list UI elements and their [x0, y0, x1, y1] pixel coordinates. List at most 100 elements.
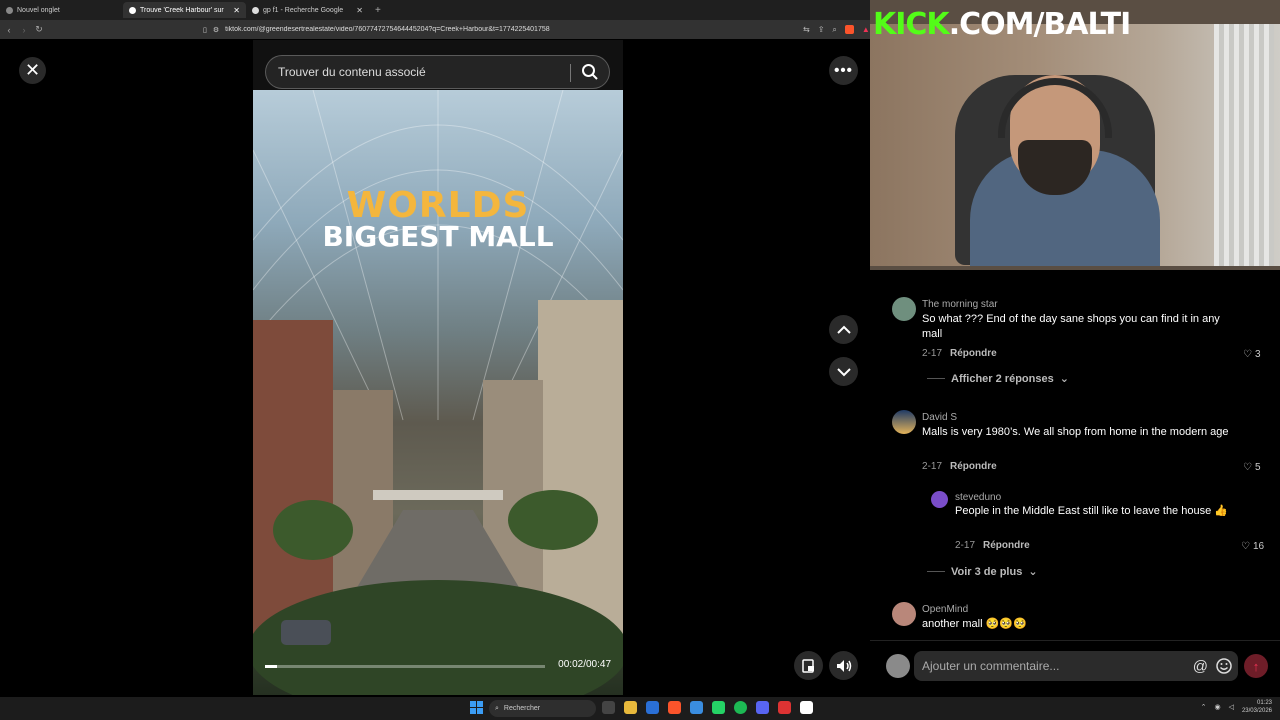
- like-button[interactable]: ♡ 5: [1243, 462, 1261, 473]
- avatar[interactable]: [892, 602, 916, 626]
- tab-label: gp f1 - Recherche Google: [263, 6, 344, 14]
- site-info-icon[interactable]: ⚙: [213, 26, 219, 34]
- chevron-down-icon: ⌄: [1059, 373, 1069, 385]
- clock-date: 23/03/2026: [1241, 708, 1272, 714]
- brave-icon[interactable]: [668, 701, 681, 714]
- chevron-up-icon: [836, 325, 851, 334]
- comment-author[interactable]: steveduno: [955, 492, 1001, 503]
- like-button[interactable]: ♡ 3: [1243, 349, 1261, 360]
- chevron-down-icon: [836, 367, 851, 376]
- related-search-input[interactable]: Trouver du contenu associé: [265, 55, 610, 89]
- reply-button[interactable]: Répondre: [983, 540, 1030, 551]
- url-field[interactable]: ▯ ⚙ tiktok.com/@greendesertrealestate/vi…: [195, 22, 795, 37]
- new-tab-button[interactable]: +: [369, 5, 387, 16]
- windows-taskbar: ⌕ Rechercher ⌃ ◉ ◁ 01:23 23/03/2026: [0, 697, 1280, 720]
- comments-panel: The morning star So what ??? End of the …: [870, 285, 1280, 638]
- close-icon: ✕: [24, 60, 41, 80]
- avatar[interactable]: [892, 297, 916, 321]
- heart-icon: ♡: [1243, 349, 1252, 360]
- video-frame: [253, 89, 623, 695]
- reply-button[interactable]: Répondre: [950, 461, 997, 472]
- network-icon[interactable]: ◉: [1214, 703, 1220, 711]
- webcam-curtain: [1214, 24, 1274, 266]
- divider: [570, 64, 571, 82]
- emoji-icon[interactable]: [1216, 658, 1232, 674]
- close-tab-icon[interactable]: ✕: [233, 6, 240, 15]
- chevron-down-icon: ⌄: [1028, 566, 1038, 578]
- close-player-button[interactable]: ✕: [19, 57, 46, 84]
- chevron-up-icon[interactable]: ⌃: [1201, 703, 1207, 711]
- app-icon[interactable]: [690, 701, 703, 714]
- comment-author[interactable]: David S: [922, 412, 957, 423]
- comment-text: Malls is very 1980’s. We all shop from h…: [922, 426, 1229, 438]
- share-icon[interactable]: ⇪: [818, 25, 825, 35]
- start-button-icon[interactable]: [470, 701, 483, 714]
- comment-input[interactable]: Ajouter un commentaire... @: [914, 651, 1238, 681]
- comment-date: 2-17: [955, 540, 976, 551]
- discord-icon[interactable]: [756, 701, 769, 714]
- clock-time: 01:23: [1256, 700, 1272, 706]
- forward-icon[interactable]: ›: [18, 25, 30, 35]
- divider: [927, 378, 945, 379]
- reload-icon[interactable]: ↻: [33, 24, 45, 35]
- show-replies-button[interactable]: Afficher 2 réponses ⌄: [927, 372, 1069, 385]
- brave-shield-icon[interactable]: [844, 24, 854, 34]
- more-options-button[interactable]: •••: [829, 56, 858, 85]
- rewards-icon[interactable]: ▲: [862, 25, 870, 35]
- bookmark-icon[interactable]: ▯: [203, 26, 207, 34]
- app-icon[interactable]: [778, 701, 791, 714]
- comment-placeholder: Ajouter un commentaire...: [922, 659, 1060, 673]
- search-icon[interactable]: [581, 63, 599, 81]
- show-more-label: Voir 3 de plus: [951, 565, 1023, 578]
- tab-label: Trouve 'Creek Harbour' sur TikTok: [140, 6, 225, 14]
- next-video-button[interactable]: [829, 357, 858, 386]
- like-button[interactable]: ♡ 16: [1241, 541, 1264, 552]
- search-placeholder: Trouver du contenu associé: [278, 65, 426, 79]
- picture-in-picture-button[interactable]: [794, 651, 823, 680]
- notion-icon[interactable]: [800, 701, 813, 714]
- taskbar-search-label: Rechercher: [503, 705, 541, 712]
- avatar[interactable]: [892, 410, 916, 434]
- spotify-icon[interactable]: [734, 701, 747, 714]
- url-text: tiktok.com/@greendesertrealestate/video/…: [225, 26, 550, 33]
- arrow-up-icon: ↑: [1252, 658, 1260, 674]
- tab-google[interactable]: gp f1 - Recherche Google ✕: [246, 2, 369, 18]
- comment-composer: Ajouter un commentaire... @ ↑: [870, 640, 1280, 695]
- tab-tiktok[interactable]: Trouve 'Creek Harbour' sur TikTok ✕: [123, 2, 246, 18]
- mall-scene-illustration: [253, 89, 623, 695]
- comment-author[interactable]: OpenMind: [922, 604, 968, 615]
- tab-label: Nouvel onglet: [17, 6, 60, 14]
- show-replies-label: Afficher 2 réponses: [951, 372, 1054, 385]
- video-player[interactable]: WORLDS BIGGEST MALL Trouver du contenu a…: [253, 40, 623, 695]
- clock[interactable]: 01:23 23/03/2026: [1242, 699, 1272, 715]
- task-view-icon[interactable]: [602, 701, 615, 714]
- like-count: 3: [1254, 349, 1261, 360]
- store-icon[interactable]: [646, 701, 659, 714]
- close-tab-icon[interactable]: ✕: [356, 6, 363, 15]
- video-time: 00:02/00:47: [558, 659, 611, 670]
- translate-icon[interactable]: ⇆: [803, 25, 810, 35]
- like-count: 5: [1254, 462, 1261, 473]
- tab-new-tab[interactable]: Nouvel onglet: [0, 2, 123, 18]
- taskbar-search[interactable]: ⌕ Rechercher: [489, 700, 596, 717]
- file-explorer-icon[interactable]: [624, 701, 637, 714]
- show-more-replies-button[interactable]: Voir 3 de plus ⌄: [927, 565, 1038, 578]
- volume-icon[interactable]: ◁: [1229, 703, 1234, 711]
- tiktok-favicon-icon: [129, 6, 136, 14]
- video-progress-bar[interactable]: [265, 665, 545, 668]
- reply-button[interactable]: Répondre: [950, 348, 997, 359]
- avatar[interactable]: [931, 491, 948, 508]
- previous-video-button[interactable]: [829, 315, 858, 344]
- comment-author[interactable]: The morning star: [922, 299, 998, 310]
- send-button[interactable]: ↑: [1244, 654, 1268, 678]
- mention-icon[interactable]: @: [1193, 658, 1208, 675]
- heart-icon: ♡: [1241, 541, 1250, 552]
- volume-button[interactable]: [829, 651, 858, 680]
- comment-text: another mall 🥺🥺🥺: [922, 618, 1027, 630]
- comment-text: People in the Middle East still like to …: [955, 505, 1228, 517]
- whatsapp-icon[interactable]: [712, 701, 725, 714]
- more-icon: •••: [834, 62, 853, 79]
- comment-date: 2-17: [922, 348, 943, 359]
- back-icon[interactable]: ‹: [3, 25, 15, 35]
- zoom-icon[interactable]: ⌕: [832, 25, 836, 35]
